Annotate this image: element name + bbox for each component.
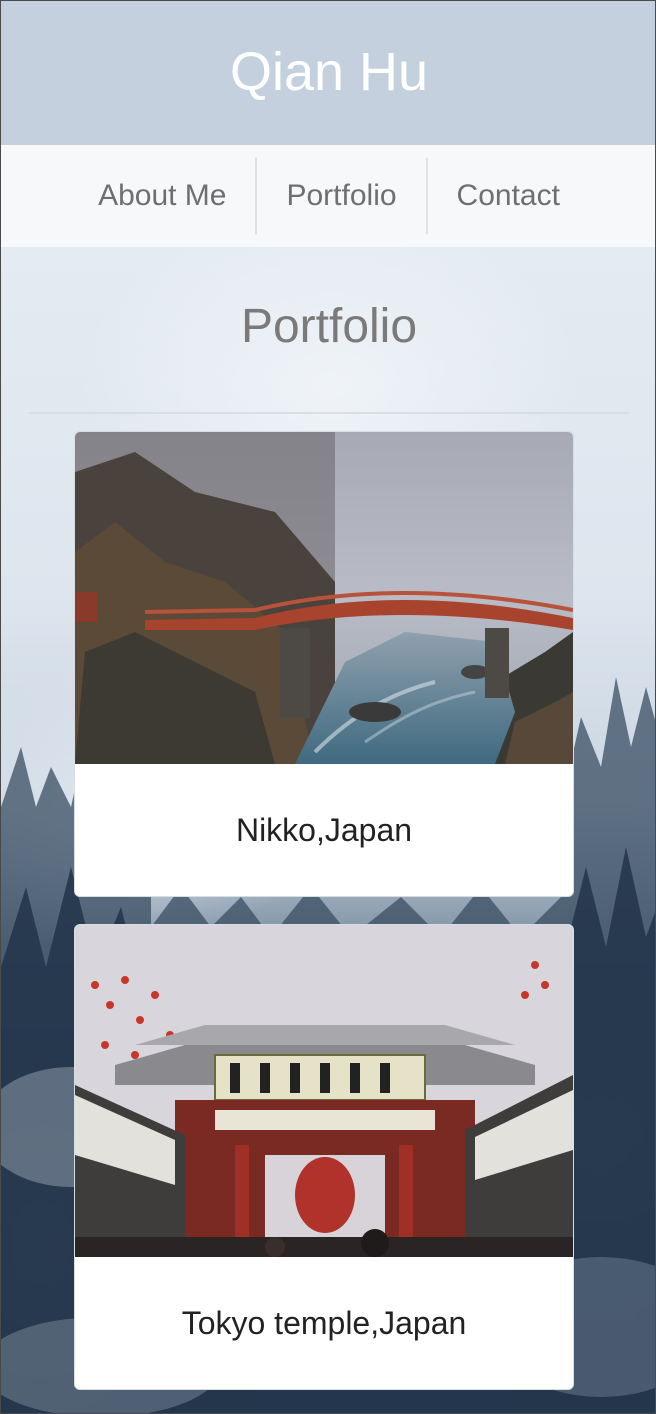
section-title: Portfolio: [240, 300, 418, 353]
card-caption: Tokyo temple,Japan: [181, 1304, 467, 1341]
section-divider: [29, 412, 629, 414]
main-nav: About Me Portfolio Contact: [1, 145, 655, 247]
portfolio-card[interactable]: Tokyo temple,Japan: [74, 924, 574, 1390]
site-title: Qian Hu: [229, 42, 429, 102]
card-caption: Nikko,Japan: [235, 811, 413, 848]
site-header: Qian Hu: [1, 1, 655, 145]
browser-viewport: Qian Hu About Me Portfolio Contact Portf…: [0, 0, 656, 1414]
portfolio-card[interactable]: Nikko,Japan: [74, 431, 574, 897]
nav-link-contact[interactable]: Contact: [428, 158, 589, 234]
nav-link-about-me[interactable]: About Me: [69, 158, 255, 234]
temple-gate-photo[interactable]: [75, 925, 573, 1257]
bridge-over-river-photo[interactable]: [75, 432, 573, 764]
nav-link-portfolio[interactable]: Portfolio: [257, 158, 425, 234]
